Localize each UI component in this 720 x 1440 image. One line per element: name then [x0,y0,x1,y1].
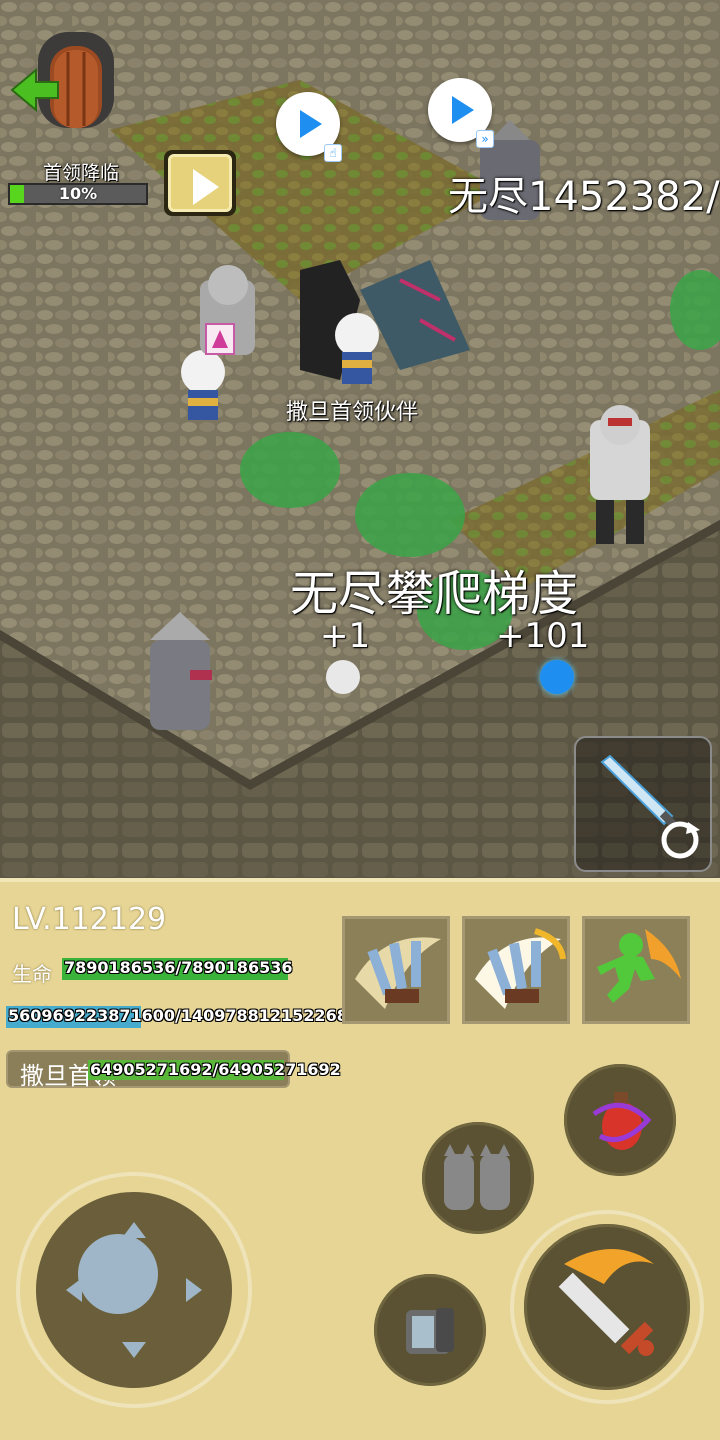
floating-title: 无尽攀爬梯度 [290,566,579,622]
potion-button[interactable] [564,1064,676,1176]
twin-shadows-icon [444,1144,510,1210]
right-gain-text: +101 [496,616,590,656]
skill-slot-2[interactable] [462,916,570,1024]
watch-ad-button-1[interactable]: ☝ [276,92,342,162]
control-panel: LV.112129 生命 7890186536/7890186536 经验 56… [0,878,720,1440]
hp-label: 生命 [12,962,52,986]
play-icon [193,169,219,205]
green-sprint-icon [597,929,681,1003]
claw-slash-white-icon [475,928,566,1009]
white-orb [326,660,360,694]
exit-door-icon [10,32,114,128]
blue-orb [540,660,574,694]
skill-slot-3[interactable] [582,916,690,1024]
armor-button[interactable] [374,1274,486,1386]
weapon-swap-button[interactable] [574,736,712,872]
claw-slash-icon [355,937,441,1009]
red-potion-icon [592,1092,652,1150]
endless-counter: 无尽1452382/ [448,174,720,220]
partner-hp-value: 64905271692/64905271692 [90,1060,341,1079]
exit-button[interactable] [8,28,120,132]
exp-value: 560969223871600/1409788121522689 [8,1006,359,1025]
partner-status: 撒旦首领 64905271692/64905271692 [6,1050,341,1090]
left-gain-text: +1 [320,616,371,656]
tap-hand-icon: ☝ [324,144,342,162]
boss-progress-bar: 10% [8,183,148,205]
exp-bar: 560969223871600/1409788121522689 [6,1006,359,1028]
watch-ad-button-2[interactable]: » [428,78,494,148]
fast-forward-icon: » [476,130,494,148]
sword-swap-icon [600,754,700,859]
partner-hp-bar: 64905271692/64905271692 [88,1060,341,1080]
video-play-icon [300,110,322,138]
armor-icon [406,1308,454,1354]
attack-button[interactable] [510,1210,704,1404]
hp-bar: 7890186536/7890186536 [62,958,293,980]
player-level: LV.112129 [12,902,167,937]
summon-button[interactable] [422,1122,534,1234]
attack-button-core[interactable] [524,1224,690,1390]
boss-progress-text: 10% [58,184,98,203]
boss-play-button[interactable] [164,150,236,216]
flame-sword-icon [558,1249,654,1356]
video-play-icon [452,96,474,124]
skill-slot-1[interactable] [342,916,450,1024]
dpad-icon [66,1222,202,1358]
game-world[interactable]: 首领降临 10% ☝ » 无尽1452382/ 撒旦首领伙伴 无尽攀爬梯度 +1… [0,0,720,878]
partner-nameplate: 撒旦首领伙伴 [286,400,419,425]
movement-joystick[interactable] [16,1172,252,1408]
hp-value: 7890186536/7890186536 [64,958,293,977]
boss-event-label: 首领降临 [42,162,119,184]
